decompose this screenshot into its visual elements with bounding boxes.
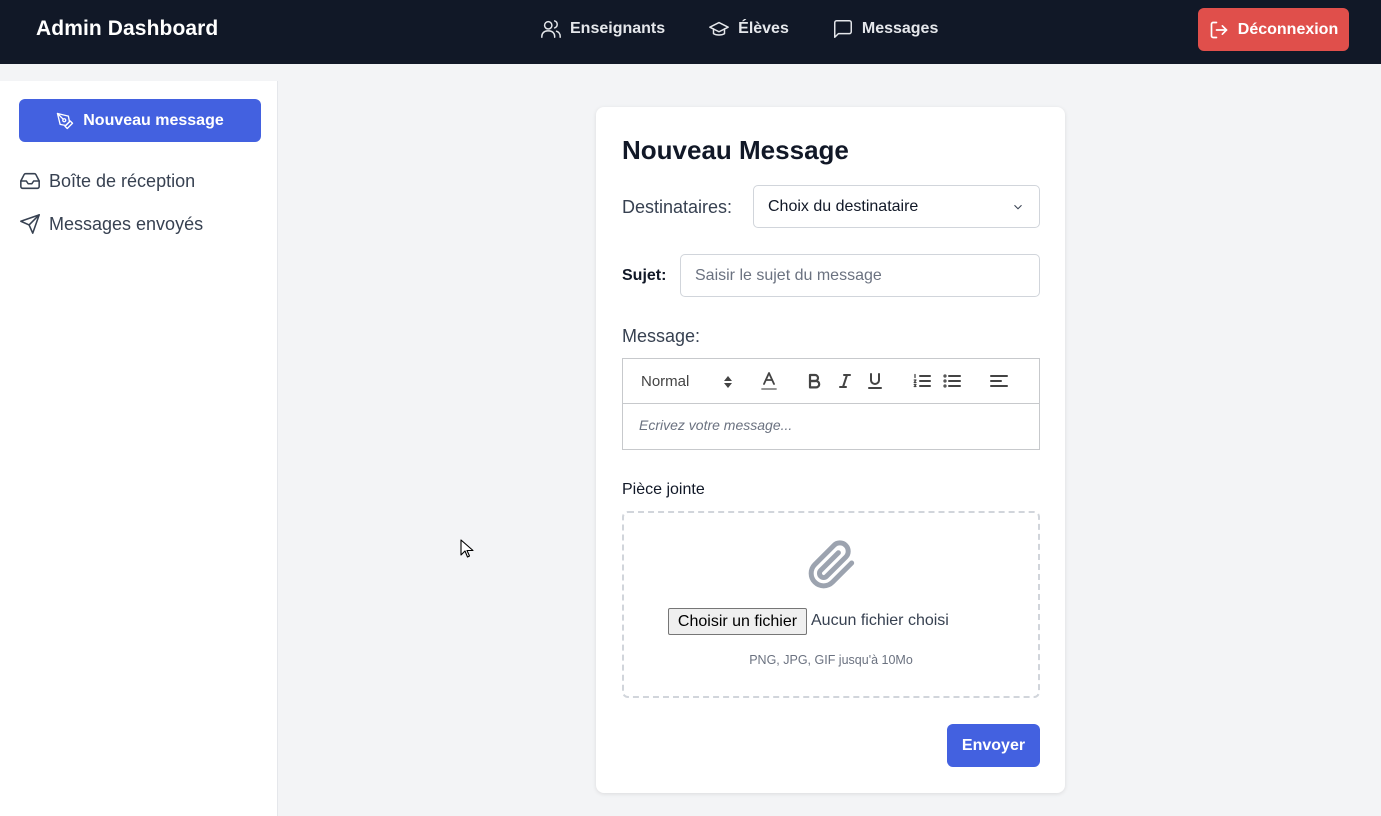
- paperclip-icon-wrap: [807, 540, 857, 590]
- mouse-cursor-icon: [460, 539, 474, 558]
- sidebar-item-inbox[interactable]: Boîte de réception: [19, 170, 195, 192]
- align-left-icon: [990, 375, 1008, 387]
- inbox-icon: [20, 172, 40, 190]
- recipients-select[interactable]: Choix du destinataire: [753, 185, 1040, 228]
- file-hint: PNG, JPG, GIF jusqu'à 10Mo: [749, 653, 913, 667]
- sidebar: Nouveau message Boîte de réception Messa…: [0, 81, 278, 816]
- attachment-label: Pièce jointe: [622, 481, 705, 498]
- nav-messages-label: Messages: [861, 20, 939, 37]
- attachment-dropzone[interactable]: Choisir un fichier Aucun fichier choisi …: [622, 511, 1040, 698]
- italic-button[interactable]: [836, 370, 854, 392]
- bold-button[interactable]: [805, 370, 823, 392]
- logout-button[interactable]: Déconnexion: [1198, 8, 1349, 51]
- graduation-cap-icon: [709, 21, 730, 36]
- bullet-list-icon: [943, 374, 961, 388]
- choose-file-button[interactable]: Choisir un fichier: [668, 608, 807, 635]
- app-title: Admin Dashboard: [36, 17, 219, 40]
- nav-enseignants[interactable]: Enseignants: [540, 18, 665, 40]
- page-title: Nouveau Message: [622, 135, 849, 165]
- bullet-list-button[interactable]: [942, 370, 962, 392]
- underline-button[interactable]: [866, 370, 884, 392]
- editor-toolbar: Normal: [623, 359, 1039, 404]
- logout-label: Déconnexion: [1237, 20, 1339, 38]
- message-square-icon: [833, 20, 852, 38]
- sidebar-item-inbox-label: Boîte de réception: [49, 170, 196, 191]
- message-label: Message:: [622, 326, 701, 346]
- top-navbar: Admin Dashboard Enseignants Élèves Messa…: [0, 0, 1381, 64]
- users-icon: [541, 20, 561, 38]
- file-status: Aucun fichier choisi: [811, 612, 949, 629]
- chevron-down-icon: [1014, 204, 1022, 210]
- ordered-list-icon: [913, 373, 931, 388]
- ordered-list-button[interactable]: [912, 370, 932, 392]
- italic-icon: [839, 374, 851, 388]
- rich-text-editor: Normal Ecrivez votre message...: [622, 358, 1040, 450]
- sidebar-item-sent-label: Messages envoyés: [49, 213, 204, 234]
- recipients-label: Destinataires:: [622, 197, 733, 217]
- format-select[interactable]: Normal: [641, 370, 733, 392]
- paperclip-icon: [808, 540, 855, 589]
- recipients-select-value: Choix du destinataire: [768, 197, 919, 215]
- send-button[interactable]: Envoyer: [947, 724, 1040, 767]
- pen-tool-icon: [57, 112, 74, 129]
- text-color-icon: [761, 372, 777, 390]
- updown-arrows-icon: [724, 376, 732, 388]
- format-select-value: Normal: [641, 372, 690, 390]
- nav-eleves[interactable]: Élèves: [708, 18, 789, 40]
- send-icon: [20, 214, 40, 234]
- underline-icon: [868, 373, 882, 389]
- text-color-button[interactable]: [759, 370, 779, 392]
- bold-icon: [808, 373, 821, 389]
- align-button[interactable]: [989, 370, 1009, 392]
- nav-messages[interactable]: Messages: [832, 18, 939, 40]
- main-nav: Enseignants Élèves Messages: [540, 0, 981, 58]
- nav-eleves-label: Élèves: [738, 20, 789, 37]
- subject-input[interactable]: [680, 254, 1040, 297]
- log-out-icon: [1210, 21, 1228, 38]
- new-message-card: Nouveau Message Destinataires: Choix du …: [596, 107, 1065, 793]
- subject-label: Sujet:: [622, 267, 667, 284]
- message-editor-area[interactable]: Ecrivez votre message...: [639, 417, 792, 433]
- nav-enseignants-label: Enseignants: [570, 20, 666, 37]
- new-message-label: Nouveau message: [83, 111, 224, 129]
- new-message-button[interactable]: Nouveau message: [19, 99, 261, 142]
- sidebar-item-sent[interactable]: Messages envoyés: [19, 213, 203, 235]
